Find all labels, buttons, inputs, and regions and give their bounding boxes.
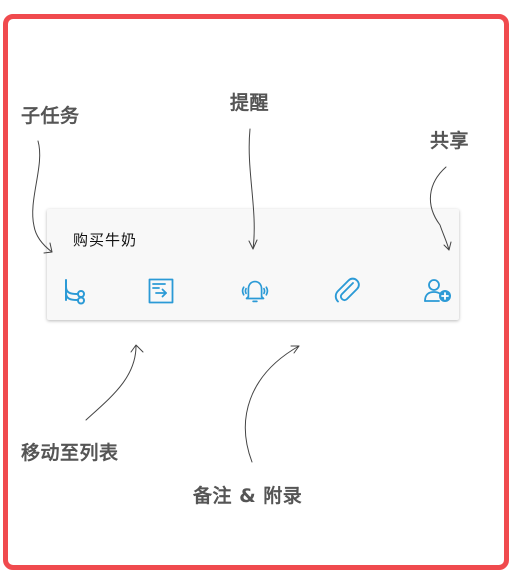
annotation-move-to-list-label: 移动至列表 [21, 442, 119, 464]
move-to-list-icon [148, 278, 174, 304]
task-title[interactable]: 购买牛奶 [73, 229, 137, 250]
share-button[interactable] [422, 275, 454, 307]
move-to-list-button[interactable] [145, 275, 177, 307]
reminder-button[interactable] [239, 275, 271, 307]
subtask-button[interactable] [59, 275, 91, 307]
annotation-reminder-label: 提醒 [230, 92, 270, 114]
annotation-share-label: 共享 [430, 130, 470, 152]
task-detail-card: 购买牛奶 [47, 209, 459, 320]
annotation-note-attachment-label: 备注 & 附录 [193, 485, 303, 507]
bell-ringing-icon [241, 280, 269, 303]
annotation-subtask-label: 子任务 [21, 105, 80, 127]
subtask-branch-icon [65, 279, 85, 305]
add-person-icon [424, 279, 451, 302]
note-attachment-button[interactable] [331, 275, 363, 307]
paperclip-icon [334, 277, 360, 303]
